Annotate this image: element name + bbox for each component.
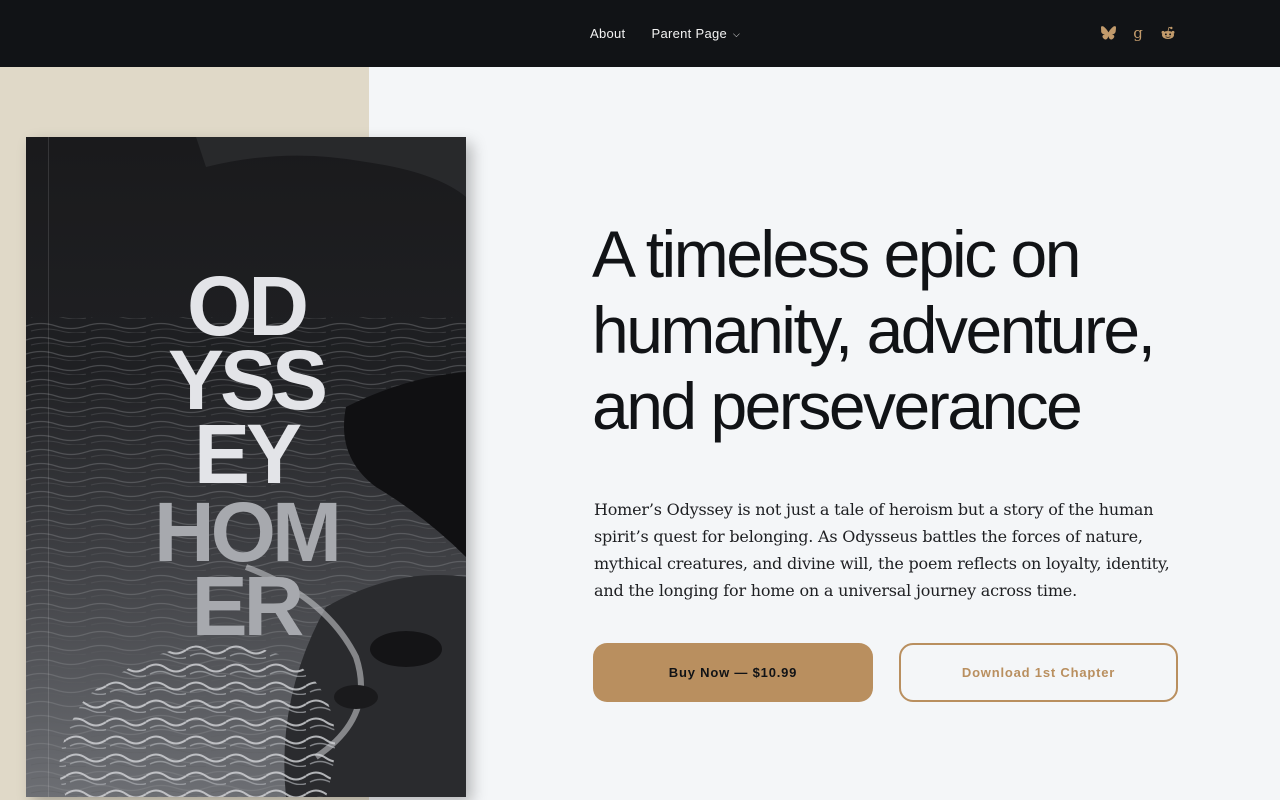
buy-now-button[interactable]: Buy Now — $10.99: [593, 643, 873, 702]
book-title-line: EY: [193, 407, 302, 501]
headline-line: A timeless epic on: [592, 217, 1081, 291]
book-author-line: ER: [191, 559, 305, 653]
social-links: g: [1100, 25, 1176, 41]
goodreads-glyph: g: [1133, 24, 1143, 42]
headline-line: and perseverance: [592, 369, 1083, 443]
hero-description: Homer’s Odyssey is not just a tale of he…: [594, 500, 1170, 600]
book-author-line: HOM: [154, 485, 342, 579]
book-title-line: OD: [187, 259, 309, 353]
hero-headline: A timeless epic on humanity, adventure, …: [592, 216, 1212, 444]
bluesky-icon[interactable]: [1100, 25, 1116, 41]
book-cover-author: HOM ER: [26, 485, 466, 653]
book-cover: OD YSS EY HOM ER: [26, 137, 466, 797]
nav-link-parent-page[interactable]: Parent Page ⌵: [651, 26, 740, 41]
nav-link-about[interactable]: About: [590, 26, 625, 41]
main-nav: About Parent Page ⌵: [590, 26, 740, 41]
nav-link-parent-page-label: Parent Page: [651, 26, 728, 41]
chevron-down-icon: ⌵: [732, 29, 741, 39]
goodreads-icon[interactable]: g: [1130, 25, 1146, 41]
book-title-line: YSS: [167, 333, 328, 427]
book-cover-title: OD YSS EY: [26, 259, 466, 501]
top-navigation-bar: About Parent Page ⌵ g: [0, 0, 1280, 67]
download-chapter-button[interactable]: Download 1st Chapter: [899, 643, 1178, 702]
headline-line: humanity, adventure,: [592, 293, 1156, 367]
reddit-icon[interactable]: [1160, 25, 1176, 41]
